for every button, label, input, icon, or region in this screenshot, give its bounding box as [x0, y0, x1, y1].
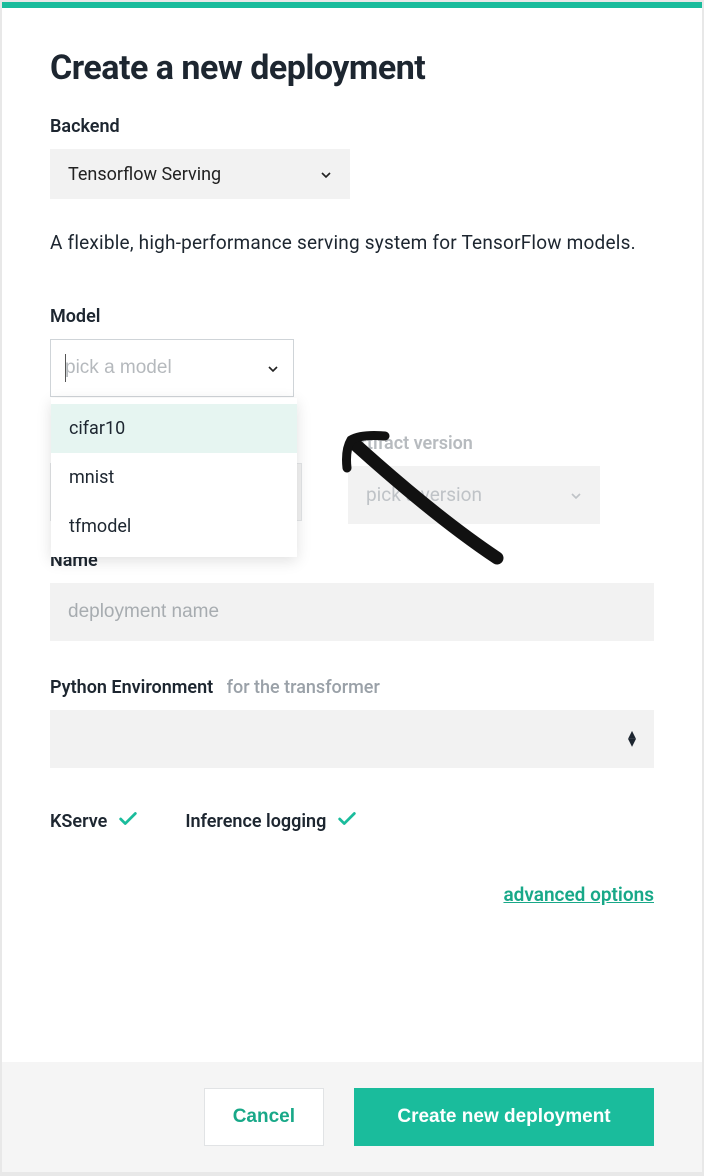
python-env-label-text: Python Environment	[50, 677, 213, 698]
model-dropdown: cifar10 mnist tfmodel	[51, 398, 297, 557]
checks-row: KServe Inference logging	[50, 808, 654, 835]
model-option-tfmodel[interactable]: tfmodel	[51, 502, 297, 551]
backend-selected-value: Tensorflow Serving	[68, 164, 221, 185]
python-env-section: Python Environment for the transformer ▴…	[50, 677, 654, 768]
backend-select[interactable]: Tensorflow Serving	[50, 149, 350, 199]
cancel-button[interactable]: Cancel	[204, 1088, 324, 1146]
create-deployment-panel: Create a new deployment Backend Tensorfl…	[2, 2, 702, 1172]
python-env-label: Python Environment for the transformer	[50, 677, 654, 698]
artifact-version-select[interactable]: pick a version	[348, 466, 600, 524]
kserve-label: KServe	[50, 811, 107, 832]
create-deployment-button[interactable]: Create new deployment	[354, 1088, 654, 1146]
model-input[interactable]	[65, 357, 225, 379]
chevron-down-icon	[568, 488, 582, 502]
text-cursor	[65, 354, 66, 382]
backend-description: A flexible, high-performance serving sys…	[50, 229, 654, 258]
advanced-options-link[interactable]: advanced options	[503, 883, 654, 906]
artifact-column: Artifact version pick a version	[348, 433, 600, 524]
chevron-down-icon	[318, 167, 332, 181]
page-title: Create a new deployment	[50, 48, 654, 88]
inference-logging-check[interactable]: Inference logging	[185, 808, 358, 835]
model-option-mnist[interactable]: mnist	[51, 453, 297, 502]
check-icon	[117, 808, 139, 835]
artifact-version-label: Artifact version	[348, 433, 600, 454]
form-content: Create a new deployment Backend Tensorfl…	[2, 8, 702, 1062]
model-combobox[interactable]: cifar10 mnist tfmodel	[50, 339, 294, 397]
kserve-check[interactable]: KServe	[50, 808, 139, 835]
model-label: Model	[50, 306, 654, 327]
advanced-options-row: advanced options	[50, 883, 654, 906]
check-icon	[336, 808, 358, 835]
inference-logging-label: Inference logging	[185, 811, 326, 832]
deployment-name-input[interactable]	[50, 583, 654, 641]
backend-label: Backend	[50, 116, 654, 137]
artifact-version-placeholder: pick a version	[366, 483, 482, 506]
sort-arrows-icon: ▴▾	[628, 730, 636, 748]
footer: Cancel Create new deployment	[2, 1062, 702, 1172]
model-option-cifar10[interactable]: cifar10	[51, 404, 297, 453]
name-section: Name	[50, 550, 654, 641]
chevron-down-icon	[265, 361, 279, 375]
python-env-select[interactable]: ▴▾	[50, 710, 654, 768]
model-section: Model cifar10 mnist tfmodel	[50, 306, 654, 397]
python-env-hint: for the transformer	[218, 677, 380, 698]
